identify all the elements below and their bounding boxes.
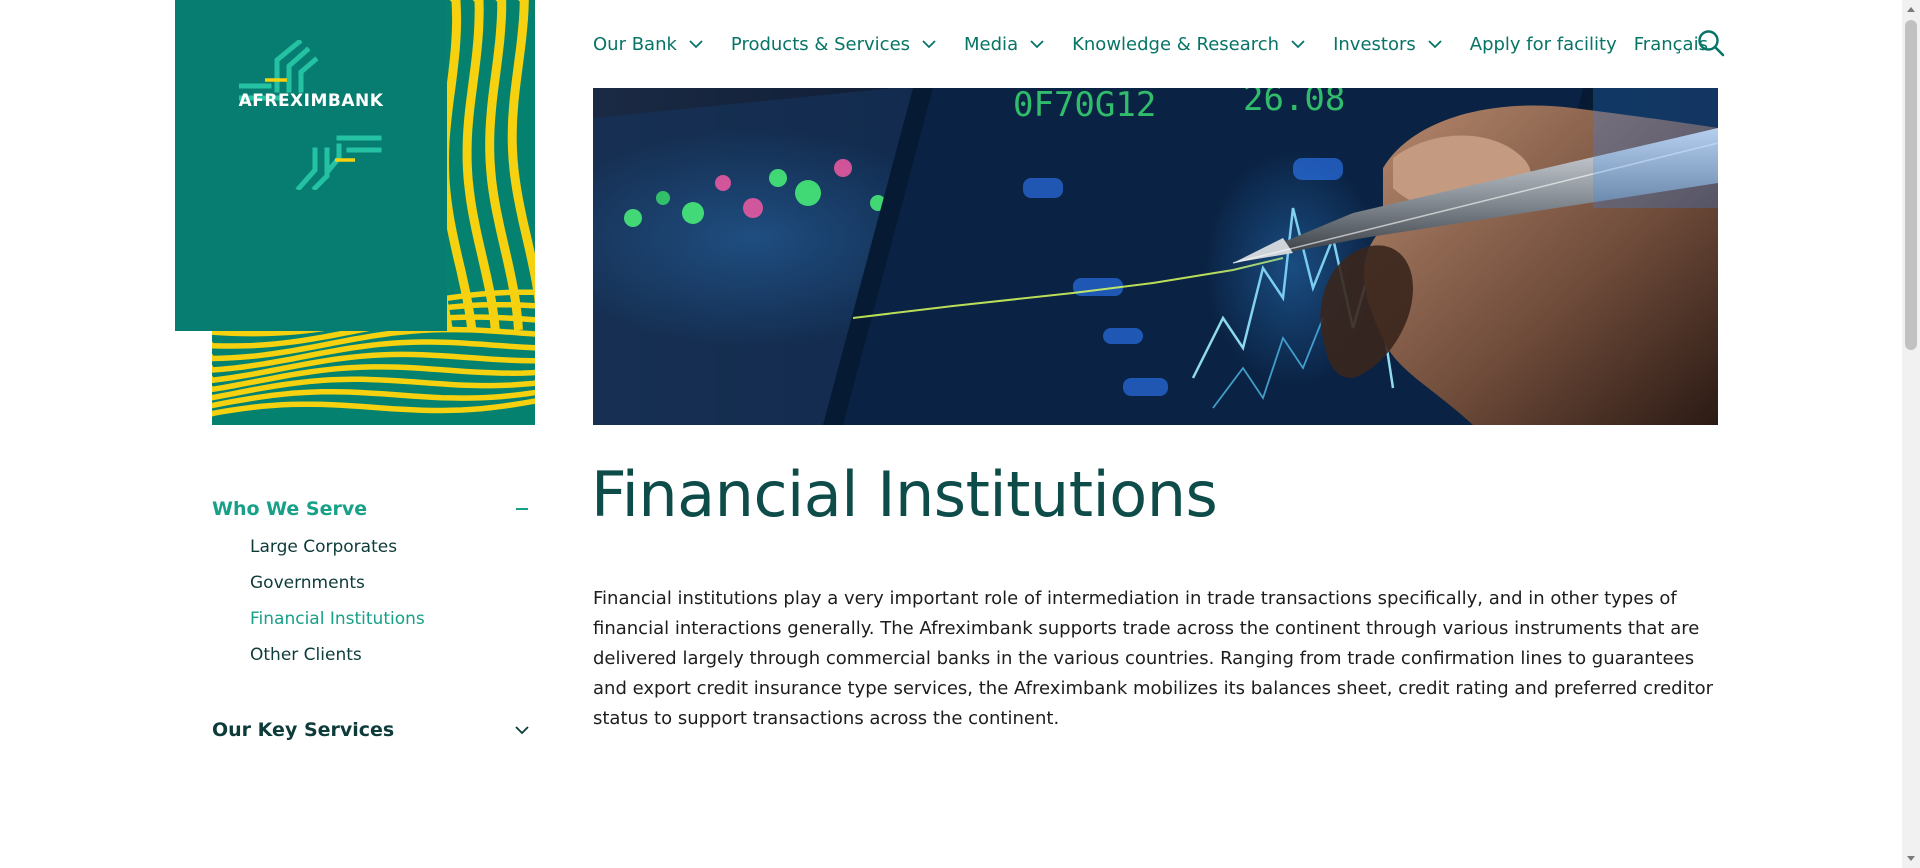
- sidebar-item-large-corporates[interactable]: Large Corporates: [250, 529, 535, 565]
- nav-products-services[interactable]: Products & Services: [731, 34, 936, 55]
- chevron-down-icon[interactable]: [514, 722, 530, 738]
- nav-our-bank[interactable]: Our Bank: [593, 34, 703, 55]
- nav-apply-for-facility[interactable]: Apply for facility: [1470, 34, 1617, 55]
- sidebar-section-title: Who We Serve: [212, 498, 368, 520]
- scroll-up-arrow-icon[interactable]: [1907, 7, 1915, 12]
- main-nav: Our Bank Products & Services Media Knowl…: [593, 30, 1725, 58]
- intro-paragraph: Financial institutions play a very impor…: [593, 588, 1714, 729]
- nav-label: Products & Services: [730, 33, 911, 55]
- sidebar-section-title: Our Key Services: [212, 719, 395, 741]
- logo[interactable]: AFREXIMBANK: [175, 0, 447, 331]
- nav-media[interactable]: Media: [964, 34, 1044, 55]
- chevron-down-icon: [922, 40, 936, 49]
- sidebar-section-our-key-services[interactable]: Our Key Services: [212, 719, 535, 741]
- sidebar-section-who-we-serve[interactable]: Who We Serve: [212, 498, 535, 520]
- minus-icon[interactable]: [514, 501, 530, 517]
- nav-label: Investors: [1333, 33, 1416, 55]
- logo-mark-icon: [239, 40, 382, 190]
- brand-stripe: [212, 398, 535, 417]
- sidebar-submenu: Large Corporates Governments Financial I…: [212, 529, 535, 673]
- nav-label: Our Bank: [593, 33, 677, 55]
- search-icon[interactable]: [1697, 29, 1725, 57]
- hero-decor-text: 0F70G12: [1013, 88, 1156, 125]
- scroll-down-arrow-icon[interactable]: [1907, 856, 1915, 861]
- scrollbar-thumb[interactable]: [1905, 20, 1917, 350]
- page: AFREXIMBANK Our Bank Products & Services…: [0, 0, 1920, 868]
- nav-label: Media: [964, 33, 1019, 55]
- sidebar-item-governments[interactable]: Governments: [250, 565, 535, 601]
- chevron-down-icon: [1291, 40, 1305, 49]
- scrollbar[interactable]: [1902, 0, 1920, 868]
- nav-knowledge-research[interactable]: Knowledge & Research: [1072, 34, 1305, 55]
- chevron-down-icon: [1030, 40, 1044, 49]
- nav-label: Apply for facility: [1469, 33, 1617, 55]
- hero-decor-text: 26.08: [1243, 88, 1345, 119]
- sidebar: Who We Serve Large Corporates Government…: [212, 498, 535, 741]
- chevron-down-icon: [689, 40, 703, 49]
- nav-label: Knowledge & Research: [1072, 33, 1280, 55]
- hero-image: 0F70G12 26.08: [593, 88, 1718, 425]
- sidebar-item-other-clients[interactable]: Other Clients: [250, 637, 535, 673]
- page-title: Financial Institutions: [591, 458, 1218, 531]
- chevron-down-icon: [1428, 40, 1442, 49]
- nav-investors[interactable]: Investors: [1333, 34, 1442, 55]
- sidebar-item-financial-institutions[interactable]: Financial Institutions: [250, 601, 535, 637]
- logo-wordmark: AFREXIMBANK: [238, 91, 384, 111]
